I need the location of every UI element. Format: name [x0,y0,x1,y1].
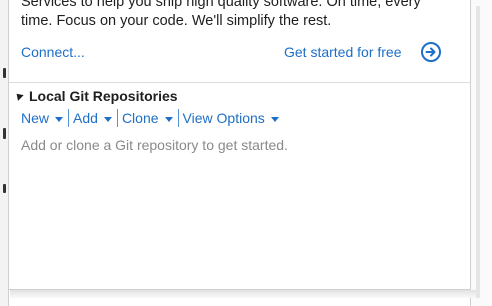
add-dropdown[interactable]: Add [73,110,115,126]
connect-link[interactable]: Connect... [21,44,85,60]
left-edge-mark [3,68,6,78]
new-label: New [21,110,50,126]
chevron-down-icon [55,117,64,122]
action-separator [116,109,118,127]
action-separator [177,109,179,127]
action-separator [68,109,70,127]
chevron-down-icon [270,117,279,122]
promo-line-2: time. Focus on your code. We'll simplify… [21,13,332,29]
panel-shadow [10,290,476,298]
section-title: Local Git Repositories [29,88,178,104]
left-panel-edge [0,0,9,306]
collapse-triangle-icon[interactable] [13,90,24,101]
repository-actions: New Add Clone View Options [21,108,282,128]
section-divider [9,82,470,83]
team-explorer-window: Services to help you ship high quality s… [0,0,492,306]
chevron-down-icon [103,117,112,122]
right-shadow [476,6,480,298]
services-promo-text: Services to help you ship high quality s… [21,0,451,31]
arrow-right-circle-icon[interactable] [421,42,441,62]
left-edge-mark [3,128,6,139]
view-options-dropdown[interactable]: View Options [183,110,282,126]
right-panel-edge [470,0,492,306]
promo-line-1: Services to help you ship high quality s… [21,0,421,10]
add-label: Add [73,110,98,126]
clone-dropdown[interactable]: Clone [122,110,176,126]
empty-state-hint: Add or clone a Git repository to get sta… [21,137,288,153]
clone-label: Clone [121,110,159,126]
new-dropdown[interactable]: New [21,110,66,126]
view-options-label: View Options [182,110,265,126]
local-git-repositories-header[interactable]: Local Git Repositories [13,88,178,104]
chevron-down-icon [164,117,173,122]
get-started-free-link[interactable]: Get started for free [284,44,402,60]
left-edge-mark [3,184,6,193]
